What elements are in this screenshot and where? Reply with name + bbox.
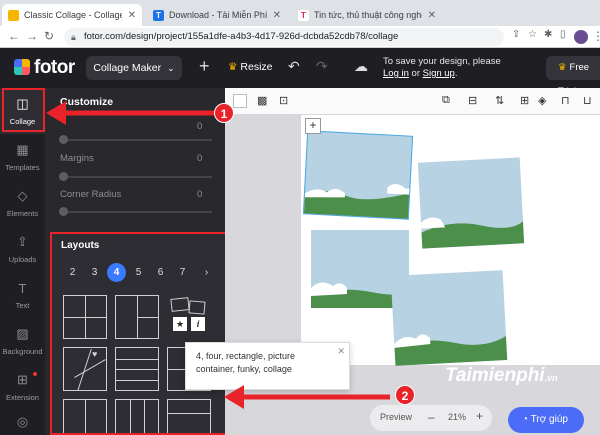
arrow-1 [46,101,215,125]
step-badge-2: 2 [395,385,415,405]
watermark-suffix: .vn [544,373,558,383]
arrow-2 [224,385,390,409]
step-badge-1: 1 [214,103,234,123]
watermark-logo: Taimienphi.vn [445,365,558,387]
watermark-text: Taimienphi [445,365,545,386]
